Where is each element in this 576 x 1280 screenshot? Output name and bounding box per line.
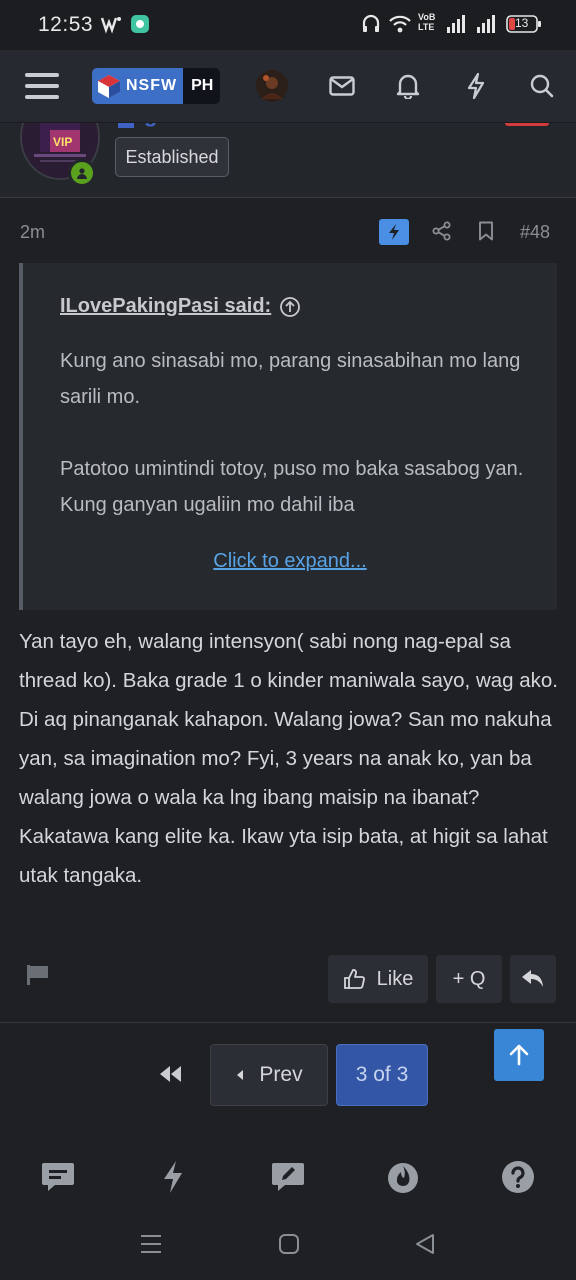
whats-new-bolt-icon[interactable] [153,1157,193,1197]
prev-label: Prev [259,1063,303,1086]
arrow-up-circle-icon[interactable] [279,296,301,318]
site-logo[interactable]: NSFW PH [92,68,220,104]
help-question-icon[interactable] [498,1157,538,1197]
quote-author[interactable]: ILovePakingPasi said: [60,295,271,318]
user-title-badge: Established [115,137,229,177]
divider [0,1022,576,1023]
hamburger-icon[interactable] [22,50,62,122]
status-bar: 12:53 VoB LTE 13 [0,0,576,50]
volte-label-1: VoB [418,12,436,22]
bottom-nav [0,1135,576,1215]
quote-paragraph: Kung ano sinasabi mo, parang sinasabihan… [60,350,521,408]
quote-label: + Q [452,967,486,990]
react-bolt-icon[interactable] [379,219,409,245]
quote-author-line[interactable]: ILovePakingPasi said: [60,295,301,318]
headphones-icon [362,14,380,39]
arrow-up-icon [509,1044,529,1066]
top-nav [0,50,576,123]
recent-apps-icon[interactable] [140,1233,162,1260]
reply-button[interactable] [510,955,556,1003]
mail-icon[interactable] [322,50,362,122]
first-page-icon[interactable] [158,1062,184,1091]
scroll-top-button[interactable] [494,1029,544,1081]
user-avatar[interactable] [252,50,292,122]
search-icon[interactable] [522,50,562,122]
wechat-icon [100,14,122,39]
status-time: 12:53 [38,13,94,36]
bell-icon[interactable] [388,50,428,122]
chat-bubble-icon [130,14,150,39]
battery-level: 13 [515,16,529,30]
report-flag-icon[interactable] [26,964,50,991]
logo-text-ph: PH [191,77,214,94]
pagination: Prev 3 of 3 [0,1040,576,1112]
logo-text-nsfw: NSFW [126,77,178,94]
share-icon[interactable] [428,216,456,246]
reply-arrow-icon [522,970,543,987]
home-icon[interactable] [278,1233,300,1260]
click-to-expand-link[interactable]: Click to expand... [23,550,557,573]
online-status-icon [68,159,96,187]
post-time[interactable]: 2m [20,222,45,243]
trending-flame-icon[interactable] [383,1157,423,1197]
wifi-icon [388,14,412,39]
signal-icon-2 [476,14,498,39]
avatar-vip-label: VIP [53,135,72,149]
bookmark-icon[interactable] [474,216,498,246]
bolt-icon[interactable] [456,50,496,122]
volte-icon: VoB LTE [418,12,435,32]
like-button[interactable]: Like [328,955,428,1003]
quote-button[interactable]: + Q [436,955,502,1003]
prev-page-button[interactable]: Prev [210,1044,328,1106]
volte-label-2: LTE [418,22,435,32]
current-page-indicator[interactable]: 3 of 3 [336,1044,428,1106]
post-message: Yan tayo eh, walang intensyon( sabi nong… [19,630,558,887]
thumbs-up-icon [343,969,365,989]
like-label: Like [376,967,414,990]
system-nav-bar [0,1215,576,1280]
signal-icon [446,14,468,39]
back-icon[interactable] [414,1233,436,1260]
quote-block: ILovePakingPasi said: Kung ano sinasabi … [19,263,557,610]
forums-chat-icon[interactable] [38,1157,78,1197]
caret-left-icon [237,1070,244,1080]
logo-cube-icon [98,75,120,98]
post-number[interactable]: #48 [520,222,550,243]
post-meta-bar: 2m #48 [0,198,576,264]
post-actions: Like + Q [0,948,576,1018]
new-post-pencil-icon[interactable] [268,1157,308,1197]
